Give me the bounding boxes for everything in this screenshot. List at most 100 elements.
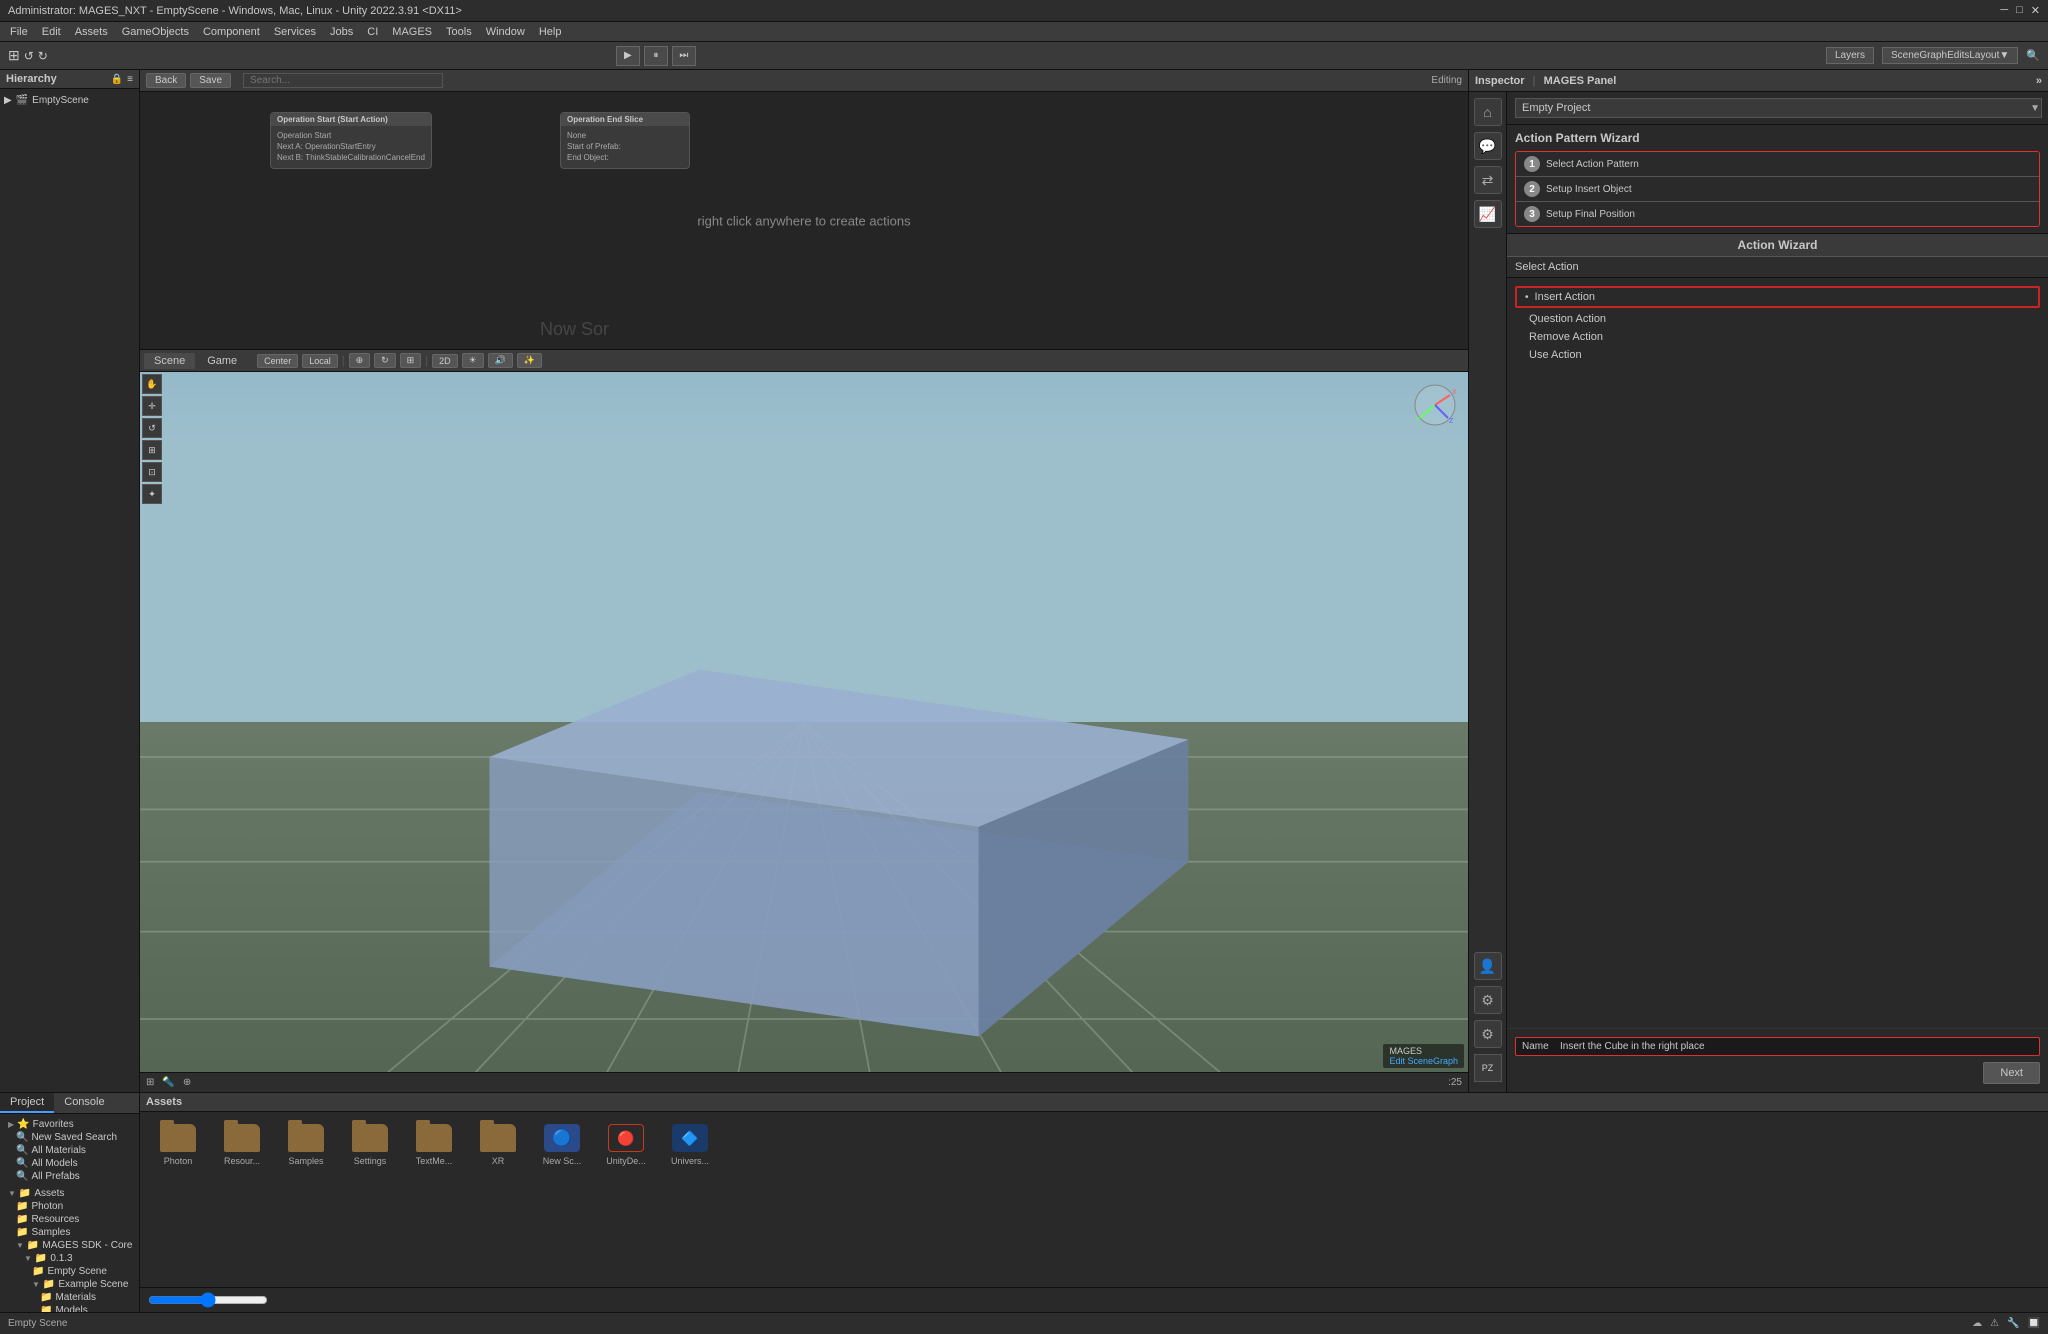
all-prefabs[interactable]: 🔍 All Prefabs — [4, 1170, 135, 1183]
edit-scenegraph-label[interactable]: Edit SceneGraph — [1389, 1056, 1458, 1066]
aw-option-remove[interactable]: Remove Action — [1515, 328, 2040, 346]
tree-mages-sdk[interactable]: ▼ 📁 MAGES SDK - Core — [4, 1239, 135, 1252]
menu-file[interactable]: File — [4, 25, 34, 39]
aw-option-use[interactable]: Use Action — [1515, 346, 2040, 364]
new-saved-search[interactable]: 🔍 New Saved Search — [4, 1131, 135, 1144]
light-btn[interactable]: ☀ — [462, 353, 484, 368]
sg-node-end[interactable]: Operation End Slice None Start of Prefab… — [560, 112, 690, 169]
mages-panel-label[interactable]: MAGES Panel — [1544, 75, 1617, 87]
2d-btn[interactable]: 2D — [432, 354, 458, 368]
apw-step-2[interactable]: 2 Setup Insert Object — [1516, 177, 2039, 202]
apw-step-3[interactable]: 3 Setup Final Position — [1516, 202, 2039, 226]
next-button[interactable]: Next — [1983, 1062, 2040, 1084]
asset-resources[interactable]: Resour... — [212, 1120, 272, 1170]
tree-models[interactable]: 📁 Models — [4, 1304, 135, 1312]
chart-icon-btn[interactable]: 📈 — [1474, 200, 1502, 228]
console-tab[interactable]: Console — [54, 1093, 114, 1113]
tree-version[interactable]: ▼ 📁 0.1.3 — [4, 1252, 135, 1265]
game-tab[interactable]: Game — [197, 353, 247, 369]
hierarchy-lock-icon[interactable]: 🔒 — [111, 74, 123, 85]
asset-settings[interactable]: Settings — [340, 1120, 400, 1170]
sg-node-start[interactable]: Operation Start (Start Action) Operation… — [270, 112, 432, 169]
hierarchy-menu-icon[interactable]: ≡ — [127, 74, 133, 85]
status-icon4[interactable]: 🔲 — [2028, 1318, 2040, 1329]
apw-step-1[interactable]: 1 Select Action Pattern — [1516, 152, 2039, 177]
menu-gameobjects[interactable]: GameObjects — [116, 25, 195, 39]
assets-root[interactable]: ▼ 📁 Assets — [4, 1187, 135, 1200]
move-tool-btn2[interactable]: ✛ — [142, 396, 162, 416]
center-btn[interactable]: Center — [257, 354, 298, 368]
menu-tools[interactable]: Tools — [440, 25, 478, 39]
step-button[interactable]: ⏭ — [672, 46, 696, 66]
menu-help[interactable]: Help — [533, 25, 568, 39]
asset-unitydev[interactable]: 🔴 UnityDe... — [596, 1120, 656, 1170]
all-models[interactable]: 🔍 All Models — [4, 1157, 135, 1170]
status-icon2[interactable]: ⚠ — [1990, 1318, 1999, 1329]
menu-edit[interactable]: Edit — [36, 25, 67, 39]
menu-jobs[interactable]: Jobs — [324, 25, 359, 39]
asset-textme[interactable]: TextMe... — [404, 1120, 464, 1170]
maximize-btn[interactable]: □ — [2016, 4, 2023, 17]
layers-dropdown[interactable]: Layers — [1826, 47, 1874, 64]
project-select[interactable]: Empty Project — [1515, 98, 2042, 118]
menu-component[interactable]: Component — [197, 25, 266, 39]
menu-ci[interactable]: CI — [361, 25, 384, 39]
toolbar-undo[interactable]: ↺ — [24, 49, 34, 63]
scene-gizmo[interactable]: X Y Z — [1410, 380, 1460, 430]
move-tool-btn[interactable]: ⊕ — [349, 353, 371, 368]
tree-photon[interactable]: 📁 Photon — [4, 1200, 135, 1213]
status-icon1[interactable]: ☁ — [1972, 1318, 1982, 1329]
rect-tool-btn[interactable]: ⊡ — [142, 462, 162, 482]
back-button[interactable]: Back — [146, 73, 186, 88]
menu-services[interactable]: Services — [268, 25, 322, 39]
aw-option-insert[interactable]: • Insert Action — [1515, 286, 2040, 308]
menu-window[interactable]: Window — [480, 25, 531, 39]
asset-samples[interactable]: Samples — [276, 1120, 336, 1170]
favorites-item[interactable]: ▶ ⭐ Favorites — [4, 1118, 135, 1131]
asset-univers[interactable]: 🔷 Univers... — [660, 1120, 720, 1170]
local-btn[interactable]: Local — [302, 354, 338, 368]
asset-newsc[interactable]: 🔵 New Sc... — [532, 1120, 592, 1170]
vp-status-icon1[interactable]: ⊞ — [146, 1077, 154, 1088]
project-tab[interactable]: Project — [0, 1093, 54, 1113]
status-icon3[interactable]: 🔧 — [2007, 1318, 2019, 1329]
play-button[interactable]: ▶ — [616, 46, 640, 66]
pause-button[interactable]: ⏸ — [644, 46, 668, 66]
vp-status-icon2[interactable]: 🔦 — [162, 1077, 174, 1088]
tree-empty-scene[interactable]: 📁 Empty Scene — [4, 1265, 135, 1278]
rotate-tool-btn2[interactable]: ↺ — [142, 418, 162, 438]
pz-btn[interactable]: PZ — [1474, 1054, 1502, 1082]
toolbar-redo[interactable]: ↻ — [38, 49, 48, 63]
scale-tool-btn2[interactable]: ⊞ — [142, 440, 162, 460]
hand-tool-btn[interactable]: ✋ — [142, 374, 162, 394]
scene-tab[interactable]: Scene — [144, 353, 195, 369]
vp-status-icon3[interactable]: ⊕ — [183, 1077, 191, 1088]
save-button[interactable]: Save — [190, 73, 231, 88]
fx-btn[interactable]: ✨ — [517, 353, 542, 368]
tree-resources[interactable]: 📁 Resources — [4, 1213, 135, 1226]
viewport-canvas[interactable]: ✋ ✛ ↺ ⊞ ⊡ ✦ X Y Z — [140, 372, 1468, 1072]
close-btn[interactable]: ✕ — [2031, 4, 2040, 17]
tree-example-scene[interactable]: ▼ 📁 Example Scene — [4, 1278, 135, 1291]
tree-materials[interactable]: 📁 Materials — [4, 1291, 135, 1304]
person-icon-btn[interactable]: 👤 — [1474, 952, 1502, 980]
tree-samples[interactable]: 📁 Samples — [4, 1226, 135, 1239]
menu-mages[interactable]: MAGES — [386, 25, 438, 39]
asset-xr[interactable]: XR — [468, 1120, 528, 1170]
scale-tool-btn[interactable]: ⊞ — [400, 353, 422, 368]
minimize-btn[interactable]: ─ — [2000, 4, 2008, 17]
search-input[interactable] — [243, 73, 443, 88]
hierarchy-expand-icon[interactable]: ▶ — [4, 95, 12, 106]
inspector-expand-icon[interactable]: » — [2036, 75, 2042, 87]
layout-dropdown[interactable]: SceneGraphEditsLayout▼ — [1882, 47, 2018, 64]
hierarchy-scene-item[interactable]: EmptyScene — [32, 95, 89, 106]
search-icon[interactable]: 🔍 — [2026, 49, 2040, 62]
settings2-icon-btn[interactable]: ⚙ — [1474, 1020, 1502, 1048]
custom-tool-btn[interactable]: ✦ — [142, 484, 162, 504]
aw-option-question[interactable]: Question Action — [1515, 310, 2040, 328]
rotate-tool-btn[interactable]: ↻ — [374, 353, 396, 368]
chat-icon-btn[interactable]: 💬 — [1474, 132, 1502, 160]
zoom-slider[interactable] — [148, 1292, 268, 1308]
asset-photon[interactable]: Photon — [148, 1120, 208, 1170]
home-icon-btn[interactable]: ⌂ — [1474, 98, 1502, 126]
